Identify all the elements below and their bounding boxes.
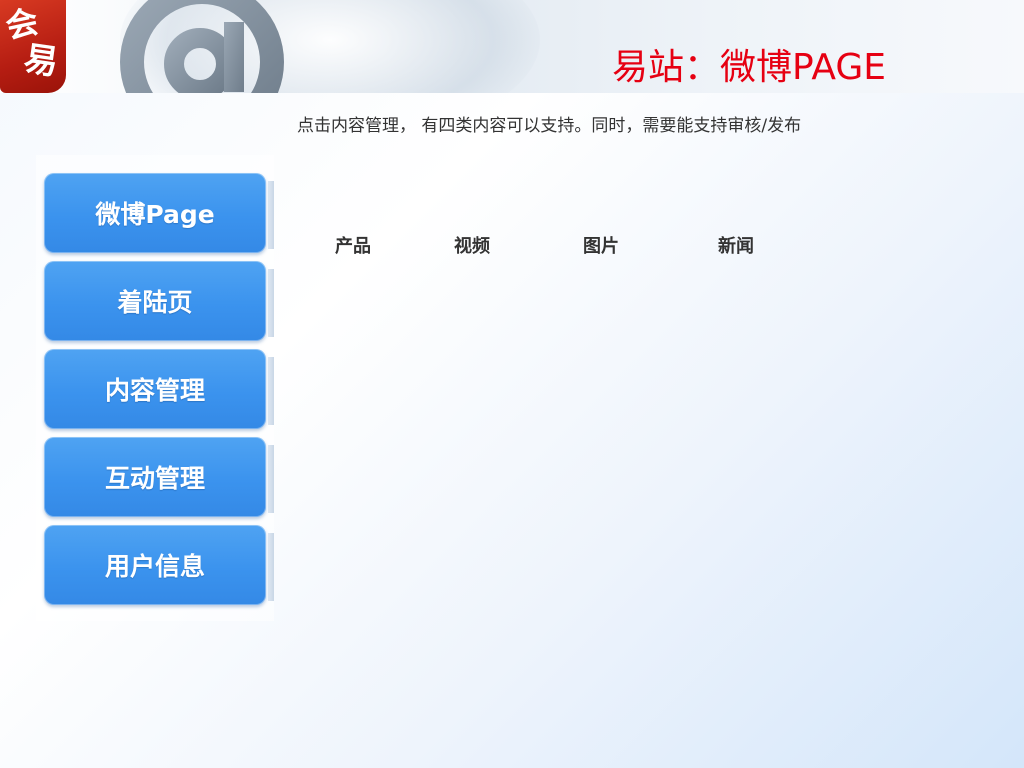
sidebar-item-landing-page[interactable]: 着陆页 — [44, 261, 266, 341]
sidebar-item-content-management[interactable]: 内容管理 — [44, 349, 266, 429]
tab-edge-decoration — [268, 533, 274, 601]
header-banner: 会 易 易站：微博PAGE — [0, 0, 1024, 93]
content-type-video[interactable]: 视频 — [454, 235, 490, 259]
sidebar-item-user-info[interactable]: 用户信息 — [44, 525, 266, 605]
logo-char-yi: 易 — [21, 38, 61, 84]
content-type-news[interactable]: 新闻 — [718, 235, 754, 259]
content-type-list: 产品 视频 图片 新闻 — [0, 235, 1024, 259]
page-title: 易站：微博PAGE — [611, 47, 886, 88]
sidebar-nav: 微博Page 着陆页 内容管理 互动管理 用户信息 — [36, 155, 274, 621]
tab-edge-decoration — [268, 357, 274, 425]
logo: 会 易 — [0, 0, 66, 93]
sidebar-item-label: 互动管理 — [104, 464, 205, 493]
at-sign-icon — [120, 0, 284, 93]
sidebar-item-label: 微博Page — [95, 200, 215, 229]
logo-char-hui: 会 — [2, 2, 42, 46]
description-text: 点击内容管理， 有四类内容可以支持。同时，需要能支持审核/发布 — [297, 116, 802, 136]
content-type-image[interactable]: 图片 — [583, 235, 619, 259]
sidebar-item-label: 内容管理 — [104, 376, 205, 405]
sidebar-item-interaction-management[interactable]: 互动管理 — [44, 437, 266, 517]
tab-edge-decoration — [268, 445, 274, 513]
sidebar-item-label: 用户信息 — [104, 552, 205, 581]
sidebar-item-label: 着陆页 — [117, 288, 193, 317]
content-type-product[interactable]: 产品 — [335, 235, 371, 259]
tab-edge-decoration — [268, 269, 274, 337]
